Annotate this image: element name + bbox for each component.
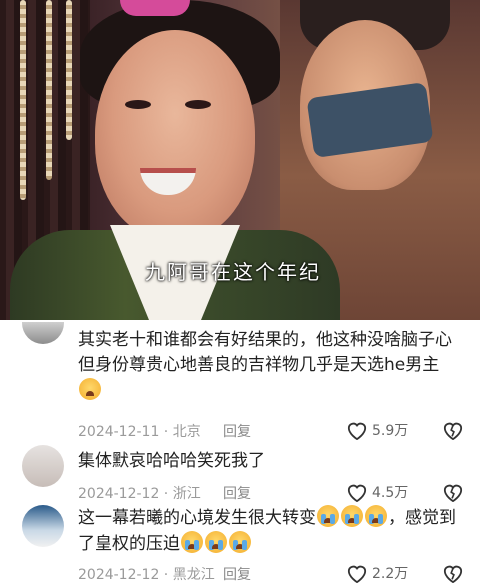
crying-emoji-icon xyxy=(341,505,363,527)
eye xyxy=(125,100,151,109)
reply-button[interactable]: 回复 xyxy=(223,421,251,441)
comment-text-content: 其实老十和谁都会有好结果的，他这种没啥脑子心但身份尊贵心地善良的吉祥物几乎是天选… xyxy=(78,330,452,375)
comment-item: 这一幕若曦的心境发生很大转变 ，感觉到了皇权的压迫 2024-12-12 · 黑龙… xyxy=(0,505,480,584)
broken-heart-icon xyxy=(443,484,463,503)
heart-icon xyxy=(347,484,367,502)
heart-icon xyxy=(347,565,367,583)
comment-date: 2024-12-12 · 黑龙江 xyxy=(78,567,215,583)
like-count: 5.9万 xyxy=(372,423,409,439)
comment-text: 这一幕若曦的心境发生很大转变 ，感觉到了皇权的压迫 xyxy=(78,505,463,557)
comment-meta: 2024-12-12 · 浙江 回复 4.5万 xyxy=(78,483,468,505)
like-button[interactable]: 2.2万 xyxy=(346,563,408,583)
eye xyxy=(185,100,211,109)
tassel xyxy=(46,0,52,180)
user-avatar[interactable] xyxy=(22,445,64,487)
comment-date: 2024-12-11 · 北京 xyxy=(78,424,201,440)
comment-meta: 2024-12-11 · 北京 回复 5.9万 xyxy=(78,421,468,443)
broken-heart-icon xyxy=(443,422,463,441)
comment-text: 其实老十和谁都会有好结果的，他这种没啥脑子心但身份尊贵心地善良的吉祥物几乎是天选… xyxy=(78,328,463,404)
like-button[interactable]: 5.9万 xyxy=(346,420,408,440)
crying-emoji-icon xyxy=(229,531,251,553)
reply-button[interactable]: 回复 xyxy=(223,483,251,503)
tassel xyxy=(66,0,72,140)
comment-text-content: 这一幕若曦的心境发生很大转变 xyxy=(78,508,316,528)
dislike-button[interactable] xyxy=(442,420,464,444)
crying-emoji-icon xyxy=(317,505,339,527)
laugh-emoji-icon xyxy=(79,378,101,400)
tassel xyxy=(20,0,26,200)
like-button[interactable]: 4.5万 xyxy=(346,482,408,502)
reply-button[interactable]: 回复 xyxy=(223,564,251,584)
comment-text: 集体默哀哈哈哈笑死我了 xyxy=(78,451,265,471)
user-avatar[interactable] xyxy=(22,505,64,547)
broken-heart-icon xyxy=(443,565,463,584)
video-frame[interactable]: 九阿哥在这个年纪 xyxy=(0,0,480,320)
heart-icon xyxy=(347,422,367,440)
woman-face xyxy=(95,30,255,240)
comment-date: 2024-12-12 · 浙江 xyxy=(78,486,201,502)
video-subtitle: 九阿哥在这个年纪 xyxy=(145,260,321,284)
comment-item: 其实老十和谁都会有好结果的，他这种没啥脑子心但身份尊贵心地善良的吉祥物几乎是天选… xyxy=(0,320,480,445)
comment-meta: 2024-12-12 · 黑龙江 回复 2.2万 xyxy=(78,564,468,586)
crying-emoji-icon xyxy=(205,531,227,553)
hair-flower xyxy=(120,0,190,16)
comment-item: 集体默哀哈哈哈笑死我了 2024-12-12 · 浙江 回复 4.5万 xyxy=(0,445,480,505)
dislike-button[interactable] xyxy=(442,563,464,587)
crying-emoji-icon xyxy=(365,505,387,527)
dislike-button[interactable] xyxy=(442,482,464,506)
crying-emoji-icon xyxy=(181,531,203,553)
like-count: 4.5万 xyxy=(372,485,409,501)
like-count: 2.2万 xyxy=(372,566,409,582)
user-avatar[interactable] xyxy=(22,322,64,344)
